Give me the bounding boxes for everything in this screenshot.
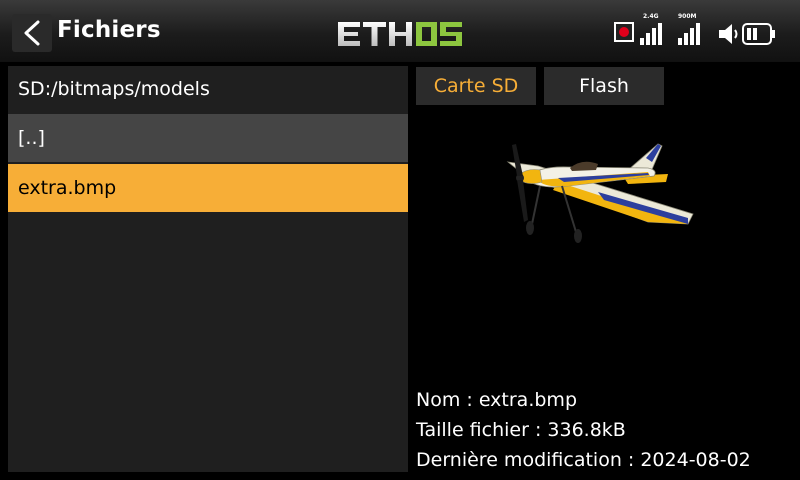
back-button[interactable] xyxy=(12,14,52,52)
page-title: Fichiers xyxy=(57,17,161,43)
tab-flash[interactable]: Flash xyxy=(544,67,664,105)
tab-sd-card[interactable]: Carte SD xyxy=(416,67,536,105)
list-item-selected-file[interactable]: extra.bmp xyxy=(8,164,408,212)
battery-icon xyxy=(742,23,775,45)
list-item-parent-folder[interactable]: [..] xyxy=(8,114,408,162)
file-name-info: Nom : extra.bmp xyxy=(416,389,577,411)
back-arrow-icon xyxy=(24,20,40,46)
model-preview-image xyxy=(506,143,694,243)
file-browser: SD:/bitmaps/models [..] extra.bmp xyxy=(8,66,408,472)
speaker-icon xyxy=(719,24,738,44)
top-bar: Fichiers 2.4G 900M xyxy=(0,0,800,64)
status-area: 2.4G 900M xyxy=(614,13,794,48)
signal-2g4-icon xyxy=(640,23,662,45)
file-size-info: Taille fichier : 336.8kB xyxy=(416,419,626,441)
signal-900m-icon xyxy=(678,23,700,45)
file-modified-info: Dernière modification : 2024-08-02 xyxy=(416,449,751,471)
record-icon xyxy=(614,22,634,42)
current-path: SD:/bitmaps/models xyxy=(8,66,408,112)
ethos-logo xyxy=(338,22,462,46)
